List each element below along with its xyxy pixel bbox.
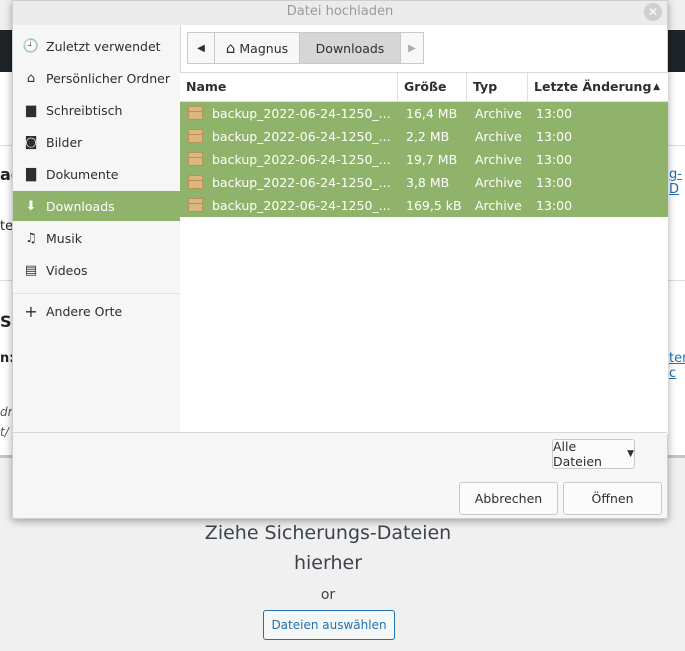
- file-modified: 13:00: [536, 175, 573, 190]
- drop-zone-title: Ziehe Sicherungs-Dateien: [204, 522, 452, 544]
- drop-zone-or: or: [320, 587, 336, 603]
- chevron-down-icon: ▼: [627, 449, 634, 459]
- sidebar-item-documents[interactable]: ▇ Dokumente: [13, 159, 180, 189]
- sidebar-item-label: Schreibtisch: [46, 102, 123, 118]
- close-icon[interactable]: ✕: [644, 3, 662, 21]
- path-segment-label: Downloads: [315, 40, 385, 56]
- camera-icon: ◙: [24, 134, 38, 150]
- sidebar-item-other-locations[interactable]: + Andere Orte: [13, 296, 180, 326]
- file-filter-dropdown[interactable]: Alle Dateien ▼: [552, 439, 635, 469]
- archive-icon: [188, 129, 203, 143]
- file-name: backup_2022-06-24-1250_...: [212, 152, 391, 167]
- file-list: Name Größe Typ Letzte Änderung ▲ backup_…: [180, 72, 668, 434]
- dialog-title: Datei hochladen: [13, 1, 667, 25]
- background-link[interactable]: ter c: [669, 351, 685, 381]
- column-header-modified[interactable]: Letzte Änderung ▲: [528, 73, 668, 101]
- file-type: Archive: [475, 152, 522, 167]
- chevron-right-icon: ▶: [408, 42, 416, 54]
- file-type: Archive: [475, 198, 522, 213]
- cancel-button[interactable]: Abbrechen: [459, 482, 558, 515]
- file-size: 2,2 MB: [406, 129, 450, 144]
- sidebar-item-recent[interactable]: 🕘 Zuletzt verwendet: [13, 31, 180, 61]
- path-segment-label: Magnus: [239, 40, 289, 56]
- sort-ascending-icon: ▲: [653, 82, 660, 92]
- file-size: 19,7 MB: [406, 152, 458, 167]
- document-icon: ▇: [26, 166, 36, 182]
- open-button[interactable]: Öffnen: [563, 482, 662, 515]
- path-segment-downloads[interactable]: Downloads: [299, 32, 401, 64]
- archive-icon: [188, 198, 203, 212]
- archive-icon: [188, 106, 203, 120]
- sidebar-item-home[interactable]: ⌂ Persönlicher Ordner: [13, 63, 180, 93]
- sidebar-item-desktop[interactable]: ▆ Schreibtisch: [13, 95, 180, 125]
- sidebar-item-label: Downloads: [46, 198, 115, 214]
- column-header-type[interactable]: Typ: [467, 73, 528, 101]
- sidebar-separator: [13, 293, 180, 294]
- download-icon: ⬇: [25, 198, 37, 214]
- archive-icon: [188, 152, 203, 166]
- film-icon: ▤: [24, 262, 38, 278]
- file-name: backup_2022-06-24-1250_...: [212, 129, 391, 144]
- file-type: Archive: [475, 175, 522, 190]
- file-filter-label: Alle Dateien: [553, 439, 602, 469]
- file-modified: 13:00: [536, 152, 573, 167]
- column-header-name[interactable]: Name: [180, 73, 398, 101]
- file-type: Archive: [475, 129, 522, 144]
- sidebar-item-pictures[interactable]: ◙ Bilder: [13, 127, 180, 157]
- sidebar-item-label: Andere Orte: [46, 303, 123, 319]
- file-modified: 13:00: [536, 129, 573, 144]
- file-modified: 13:00: [536, 106, 573, 121]
- text-fragment: t/: [0, 425, 9, 439]
- table-row[interactable]: backup_2022-06-24-1250_... 19,7 MB Archi…: [180, 148, 668, 171]
- file-size: 3,8 MB: [406, 175, 450, 190]
- path-back-button[interactable]: ◀: [187, 32, 215, 64]
- table-row[interactable]: backup_2022-06-24-1250_... 169,5 kB Arch…: [180, 194, 668, 217]
- clock-icon: 🕘: [22, 38, 40, 54]
- table-row[interactable]: backup_2022-06-24-1250_... 16,4 MB Archi…: [180, 102, 668, 125]
- path-bar: ◀ ⌂ Magnus Downloads ▶: [187, 32, 424, 64]
- file-modified: 13:00: [536, 198, 573, 213]
- plus-icon: +: [24, 301, 38, 321]
- file-chooser-dialog: Datei hochladen ✕ 🕘 Zuletzt verwendet ⌂ …: [12, 0, 668, 519]
- chevron-left-icon: ◀: [197, 42, 205, 54]
- background-link[interactable]: g-D: [669, 167, 685, 197]
- archive-icon: [188, 175, 203, 189]
- home-icon: ⌂: [225, 39, 236, 57]
- file-name: backup_2022-06-24-1250_...: [212, 106, 391, 121]
- sidebar-item-downloads[interactable]: ⬇ Downloads: [13, 191, 180, 221]
- file-size: 169,5 kB: [406, 198, 462, 213]
- table-row[interactable]: backup_2022-06-24-1250_... 3,8 MB Archiv…: [180, 171, 668, 194]
- music-icon: ♫: [25, 230, 37, 246]
- home-icon: ⌂: [26, 70, 36, 86]
- path-segment-home[interactable]: ⌂ Magnus: [214, 32, 300, 64]
- sidebar-item-label: Zuletzt verwendet: [46, 38, 161, 54]
- table-row[interactable]: backup_2022-06-24-1250_... 2,2 MB Archiv…: [180, 125, 668, 148]
- file-name: backup_2022-06-24-1250_...: [212, 198, 391, 213]
- sidebar-item-label: Bilder: [46, 134, 83, 150]
- sidebar-item-music[interactable]: ♫ Musik: [13, 223, 180, 253]
- column-header-size[interactable]: Größe: [398, 73, 467, 101]
- desktop-icon: ▆: [26, 102, 36, 118]
- sidebar-item-label: Videos: [46, 262, 88, 278]
- file-type: Archive: [475, 106, 522, 121]
- sidebar-item-label: Dokumente: [46, 166, 119, 182]
- drop-zone-title: hierher: [293, 552, 363, 574]
- select-files-button[interactable]: Dateien auswählen: [263, 610, 395, 640]
- places-sidebar: 🕘 Zuletzt verwendet ⌂ Persönlicher Ordne…: [13, 25, 181, 433]
- path-forward-button[interactable]: ▶: [400, 32, 424, 64]
- file-name: backup_2022-06-24-1250_...: [212, 175, 391, 190]
- sidebar-item-label: Persönlicher Ordner: [46, 70, 170, 86]
- sidebar-item-label: Musik: [46, 230, 82, 246]
- file-size: 16,4 MB: [406, 106, 458, 121]
- sidebar-item-videos[interactable]: ▤ Videos: [13, 255, 180, 285]
- column-header-label: Letzte Änderung: [534, 79, 652, 94]
